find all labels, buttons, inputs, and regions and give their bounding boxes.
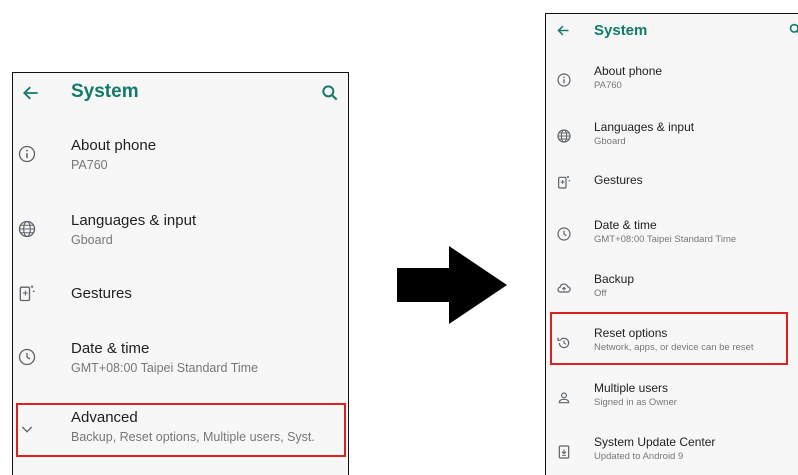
item-subtitle: PA760 <box>594 80 622 91</box>
back-button[interactable] <box>552 19 574 41</box>
item-title: Reset options <box>594 326 668 340</box>
settings-item-date-time[interactable]: Date & time GMT+08:00 Taipei Standard Ti… <box>13 329 348 385</box>
settings-item-multiple-users[interactable]: Multiple users Signed in as Owner <box>546 376 798 426</box>
item-title: Backup <box>594 272 635 286</box>
gestures-icon <box>15 281 39 305</box>
item-subtitle: PA760 <box>71 158 108 172</box>
app-bar: System <box>13 73 348 113</box>
reset-icon <box>554 333 574 353</box>
item-subtitle: Signed in as Owner <box>594 397 677 408</box>
item-title: About phone <box>71 137 157 154</box>
item-title: Gestures <box>594 173 643 187</box>
left-settings-screen: System About phone PA760 Languages & inp… <box>12 72 349 475</box>
item-subtitle: Gboard <box>71 233 113 247</box>
search-icon <box>322 85 338 101</box>
search-icon <box>789 23 798 34</box>
back-button[interactable] <box>17 79 45 107</box>
clock-icon <box>554 224 574 244</box>
settings-item-about-phone[interactable]: About phone PA760 <box>546 58 798 108</box>
settings-item-languages-input[interactable]: Languages & input Gboard <box>546 114 798 164</box>
settings-item-system-update-center[interactable]: System Update Center Updated to Android … <box>546 430 798 475</box>
item-subtitle: Backup, Reset options, Multiple users, S… <box>71 430 315 444</box>
info-icon <box>554 70 574 90</box>
item-subtitle: Network, apps, or device can be reset <box>594 342 754 353</box>
back-arrow-icon <box>556 25 568 35</box>
search-button[interactable] <box>316 79 344 107</box>
person-icon <box>554 388 574 408</box>
settings-item-about-phone[interactable]: About phone PA760 <box>13 126 348 182</box>
system-update-icon <box>554 442 574 462</box>
item-title: Multiple users <box>594 381 669 395</box>
item-title: Languages & input <box>71 212 197 229</box>
item-title: Languages & input <box>594 120 695 134</box>
settings-item-gestures[interactable]: Gestures <box>13 265 348 321</box>
page-title: System <box>71 81 139 102</box>
item-subtitle: Updated to Android 9 <box>594 451 684 462</box>
item-title: System Update Center <box>594 435 716 449</box>
item-subtitle: Gboard <box>594 136 626 147</box>
back-arrow-icon <box>23 86 38 100</box>
globe-icon <box>15 217 39 241</box>
item-subtitle: GMT+08:00 Taipei Standard Time <box>594 234 737 245</box>
settings-item-advanced[interactable]: Advanced Backup, Reset options, Multiple… <box>13 403 348 459</box>
settings-item-date-time[interactable]: Date & time GMT+08:00 Taipei Standard Ti… <box>546 212 798 262</box>
page-title: System <box>594 22 648 39</box>
item-title: Date & time <box>594 218 657 232</box>
item-title: Advanced <box>71 409 138 426</box>
search-button[interactable] <box>786 20 798 38</box>
clock-icon <box>15 345 39 369</box>
item-title: Gestures <box>71 285 132 302</box>
arrow-right-icon <box>397 246 507 324</box>
chevron-down-icon <box>15 417 39 441</box>
info-icon <box>15 142 39 166</box>
backup-icon <box>554 278 574 298</box>
settings-item-reset-options[interactable]: Reset options Network, apps, or device c… <box>546 321 798 371</box>
item-subtitle: Off <box>594 288 607 299</box>
settings-item-gestures[interactable]: Gestures <box>546 160 798 210</box>
item-title: Date & time <box>71 340 150 357</box>
settings-item-backup[interactable]: Backup Off <box>546 266 798 316</box>
item-subtitle: GMT+08:00 Taipei Standard Time <box>71 361 259 375</box>
gestures-icon <box>554 172 574 192</box>
globe-icon <box>554 126 574 146</box>
item-title: About phone <box>594 64 663 78</box>
right-settings-screen: System About phone PA760 Languages & inp… <box>545 13 798 475</box>
settings-item-languages-input[interactable]: Languages & input Gboard <box>13 201 348 257</box>
